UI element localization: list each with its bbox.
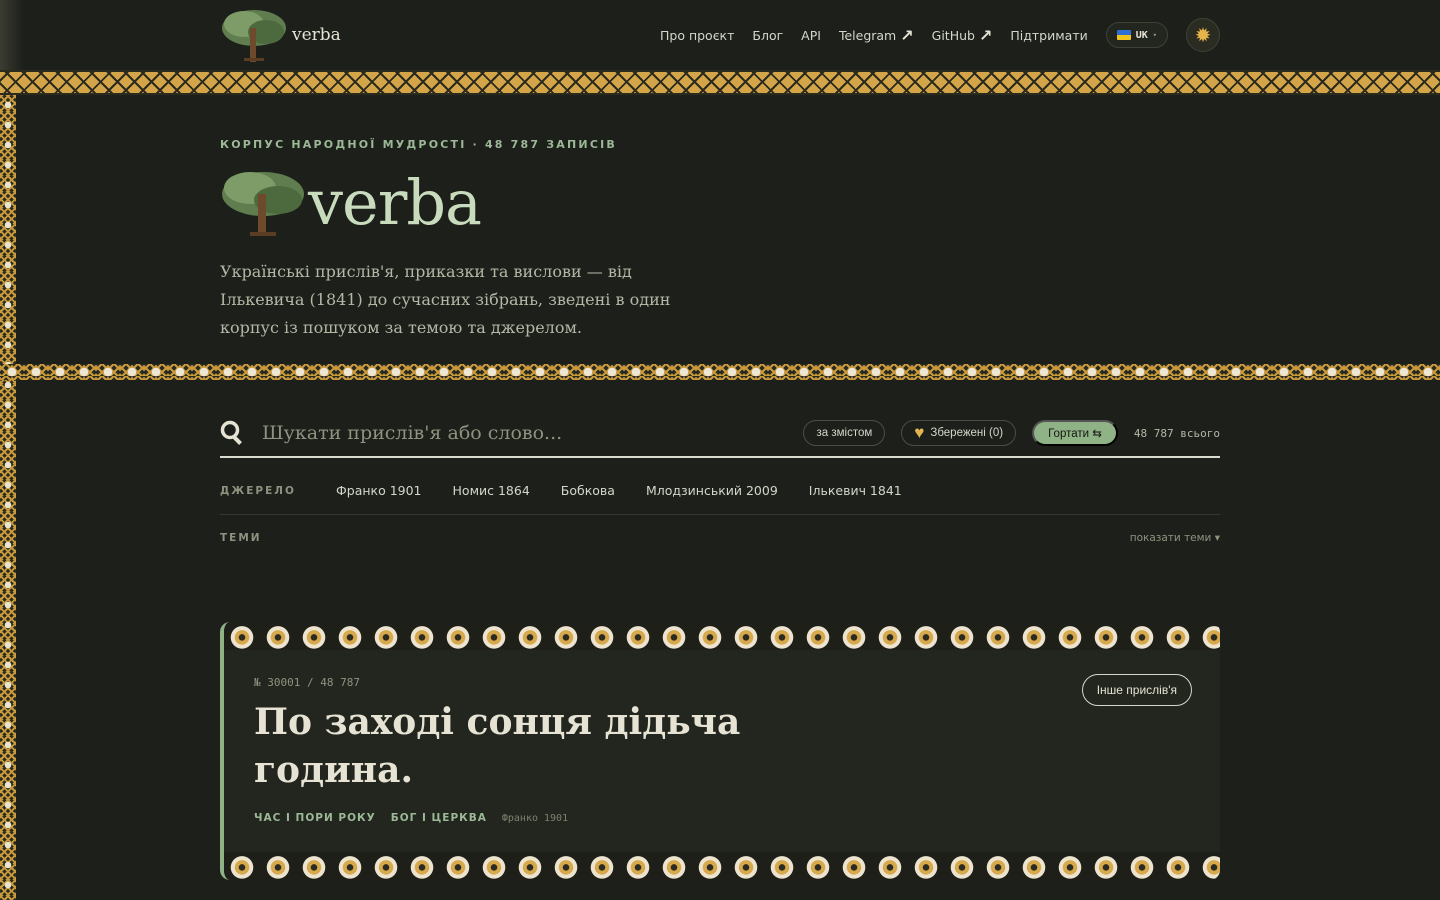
hero-title: verba — [308, 166, 482, 239]
nav-github-link[interactable]: GitHub ↗ — [932, 26, 993, 45]
proverb-tags: ЧАС І ПОРИ РОКУ БОГ І ЦЕРКВА Франко 1901 — [254, 812, 568, 824]
themes-filter: ТЕМИ показати теми ▾ — [220, 528, 1220, 548]
themes-label: ТЕМИ — [220, 532, 262, 544]
ornament-band-middle — [0, 364, 1440, 380]
sun-icon: ✹ — [1194, 23, 1212, 47]
nav-about-link[interactable]: Про проєкт — [660, 28, 734, 43]
arrow-up-right-icon: ↗ — [900, 25, 914, 45]
telegram-label: Telegram — [838, 27, 897, 43]
proverb-source: Франко 1901 — [501, 812, 569, 824]
theme-toggle-button[interactable]: ✹ — [1186, 18, 1220, 52]
nav-api-link[interactable]: API — [801, 28, 821, 43]
hero-tagline: Українські прислів'я, приказки та вислов… — [220, 262, 671, 337]
top-navigation: verba Про проєкт Блог API Telegram ↗ Git… — [220, 0, 1220, 70]
willow-tree-icon — [222, 10, 286, 62]
nav-telegram-link[interactable]: Telegram ↗ — [839, 26, 914, 45]
source-franko[interactable]: Франко 1901 — [336, 483, 422, 498]
ornament-band-top — [0, 70, 1440, 95]
source-ilkevych[interactable]: Ількевич 1841 — [809, 483, 902, 498]
tag-time-seasons[interactable]: ЧАС І ПОРИ РОКУ — [254, 812, 376, 824]
another-proverb-button[interactable]: Інше прислів'я — [1081, 674, 1192, 706]
total-count: 48 787 всього — [1133, 426, 1220, 440]
github-label: GitHub — [931, 27, 975, 43]
source-mlodzynskyi[interactable]: Млодзинський 2009 — [646, 483, 778, 498]
search-mode-chip[interactable]: за змістом — [803, 420, 886, 446]
source-nomys[interactable]: Номис 1864 — [453, 483, 530, 498]
edge-shadow — [0, 0, 24, 70]
main-nav: Про проєкт Блог API Telegram ↗ GitHub ↗ … — [660, 18, 1220, 52]
source-bobkova[interactable]: Бобкова — [561, 483, 615, 498]
language-selector[interactable]: UK ▾ — [1105, 22, 1168, 48]
search-bar: за змістом ♥ Збережені (0) Гортати ⇆ 48 … — [220, 410, 1220, 458]
source-filter-label: ДЖЕРЕЛО — [220, 484, 296, 497]
language-code: UK — [1135, 29, 1148, 41]
corpus-eyebrow: КОРПУС НАРОДНОЇ МУДРОСТІ · 48 787 ЗАПИСІ… — [220, 138, 617, 151]
chevron-down-icon: ▾ — [1152, 31, 1157, 39]
nav-blog-link[interactable]: Блог — [752, 28, 783, 43]
nav-support-link[interactable]: Підтримати — [1010, 28, 1087, 43]
card-ornament-top — [224, 622, 1220, 650]
ukraine-flag-icon — [1116, 30, 1131, 40]
proverb-text: По заході сонця дідьча година. — [254, 701, 741, 791]
search-icon — [220, 420, 242, 445]
proverb-index: № 30001 / 48 787 — [254, 676, 360, 689]
browse-button[interactable]: Гортати ⇆ — [1032, 420, 1118, 446]
source-filter: ДЖЕРЕЛО Франко 1901 Номис 1864 Бобкова М… — [220, 467, 1220, 515]
heart-icon: ♥ — [914, 423, 925, 442]
brand-name: verba — [292, 25, 341, 45]
search-input[interactable] — [262, 422, 788, 444]
willow-tree-icon — [222, 172, 304, 236]
tag-god-church[interactable]: БОГ І ЦЕРКВА — [391, 812, 487, 824]
proverb-card: № 30001 / 48 787 По заході сонця дідьча … — [220, 622, 1220, 880]
ornament-border-left — [0, 95, 16, 900]
brand-logo-link[interactable]: verba — [220, 6, 341, 64]
show-themes-toggle[interactable]: показати теми ▾ — [1130, 532, 1220, 544]
arrow-up-right-icon: ↗ — [978, 25, 993, 45]
card-ornament-bottom — [224, 852, 1220, 880]
saved-button[interactable]: ♥ Збережені (0) — [901, 420, 1017, 446]
hero-logo: verba — [220, 166, 482, 240]
saved-label: Збережені (0) — [930, 427, 1004, 439]
